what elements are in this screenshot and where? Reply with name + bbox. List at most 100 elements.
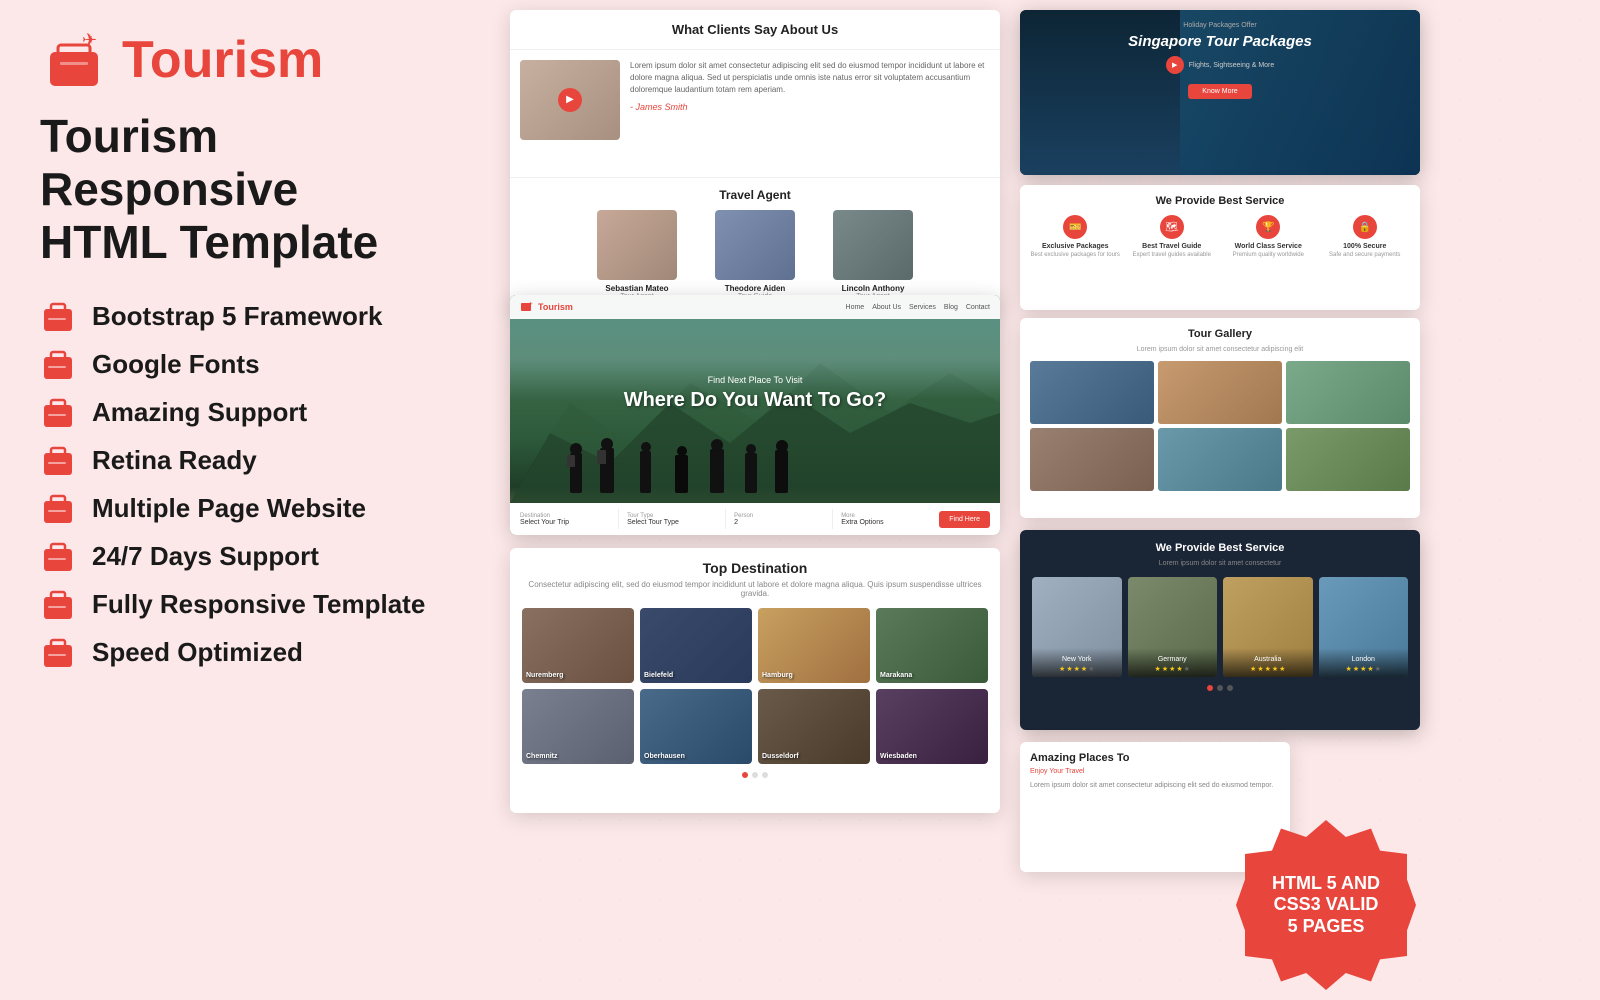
suitcase-icon-amazing-support (40, 395, 76, 431)
screenshot-services: We Provide Best Service 🎫 Exclusive Pack… (1020, 185, 1420, 310)
feature-item-support247: 24/7 Days Support (40, 539, 480, 575)
bs-dot-3 (1227, 685, 1233, 691)
brand-icon: ✈ (40, 30, 110, 90)
testimonials-title: What Clients Say About Us (510, 10, 1000, 50)
suitcase-icon-retina-ready (40, 443, 76, 479)
gallery-subtitle: Lorem ipsum dolor sit amet consectetur a… (1030, 346, 1410, 353)
feature-item-responsive: Fully Responsive Template (40, 587, 480, 623)
destinations-grid: Nuremberg Bielefeld Hamburg Marakana Che… (522, 608, 988, 764)
dest-cell-dusseldorf: Dusseldorf (758, 689, 870, 764)
stars-newyork: ★ ★ ★ ★ ★ (1036, 665, 1118, 673)
testimonial-video-thumb: ▶ (520, 60, 620, 140)
dest-label-dusseldorf: Dusseldorf (762, 753, 799, 760)
feature-item-retina-ready: Retina Ready (40, 443, 480, 479)
gallery-cell-4 (1158, 428, 1282, 491)
gallery-cell-2 (1286, 361, 1410, 424)
search-destination[interactable]: Destination Select Your Trip (520, 513, 610, 526)
bs-dot-2 (1217, 685, 1223, 691)
screenshot-gallery: Tour Gallery Lorem ipsum dolor sit amet … (1020, 318, 1420, 518)
dest-label-hamburg: Hamburg (762, 672, 793, 679)
bestservice-card-germany: Germany ★ ★ ★ ★ ★ (1128, 577, 1218, 677)
amazing-text: Lorem ipsum dolor sit amet consectetur a… (1030, 781, 1280, 791)
dest-label-chemnitz: Chemnitz (526, 753, 558, 760)
nav-link-contact[interactable]: Contact (966, 304, 990, 311)
feature-item-bootstrap: Bootstrap 5 Framework (40, 299, 480, 335)
hero-dark-cta[interactable]: Know More (1188, 84, 1251, 99)
play-button-icon: ▶ (1166, 56, 1184, 74)
feature-item-speed: Speed Optimized (40, 635, 480, 671)
gallery-cell-3 (1030, 428, 1154, 491)
gallery-grid (1030, 361, 1410, 491)
agent-name-2: Lincoln Anthony (818, 284, 928, 293)
testimonial-text: Lorem ipsum dolor sit amet consectetur a… (630, 60, 990, 96)
bs-dot-active (1207, 685, 1213, 691)
dest-label-nuremberg: Nuremberg (526, 672, 563, 679)
bestservice-card-london: London ★ ★ ★ ★ ★ (1319, 577, 1409, 677)
stars-australia: ★ ★ ★ ★ ★ (1227, 665, 1309, 673)
nav-logo: Tourism (538, 302, 573, 312)
stars-london: ★ ★ ★ ★ ★ (1323, 665, 1405, 673)
screenshot-destinations: Top Destination Consectetur adipiscing e… (510, 548, 1000, 813)
services-grid: 🎫 Exclusive Packages Best exclusive pack… (1030, 215, 1410, 258)
badge-line1: HTML 5 AND (1272, 873, 1380, 895)
stars-germany: ★ ★ ★ ★ ★ (1132, 665, 1214, 673)
logo-area: ✈ Tourism (40, 30, 480, 90)
dest-label-marakana: Marakana (880, 672, 912, 679)
suitcase-icon-bootstrap (40, 299, 76, 335)
nav-link-services[interactable]: Services (909, 304, 936, 311)
hero-sub: Find Next Place To Visit (510, 375, 1000, 385)
bestservice-card-australia: Australia ★ ★ ★ ★ ★ (1223, 577, 1313, 677)
service-desc-2: Premium quality worldwide (1223, 252, 1314, 258)
suitcase-icon-multiple-page (40, 491, 76, 527)
carousel-dots-destinations (522, 772, 988, 778)
service-item-3: 🔒 100% Secure Safe and secure payments (1320, 215, 1411, 258)
find-button[interactable]: Find Here (939, 511, 990, 528)
nav-link-home[interactable]: Home (846, 304, 865, 311)
hero-dark-badge: Holiday Packages Offer (1034, 22, 1406, 29)
bestservice-grid: New York ★ ★ ★ ★ ★ Germany (1032, 577, 1408, 677)
service-item-0: 🎫 Exclusive Packages Best exclusive pack… (1030, 215, 1121, 258)
bestservice-subtitle: Lorem ipsum dolor sit amet consectetur (1032, 560, 1408, 567)
nav-link-about[interactable]: About Us (872, 304, 901, 311)
service-name-2: World Class Service (1223, 243, 1314, 250)
amazing-subtitle: Enjoy Your Travel (1030, 768, 1280, 775)
hero-navbar: ✈ Tourism Home About Us Services Blog Co… (510, 295, 1000, 319)
dest-label-wiesbaden: Wiesbaden (880, 753, 917, 760)
suitcase-icon-responsive (40, 587, 76, 623)
screenshots-area: What Clients Say About Us ▶ Lorem ipsum … (480, 0, 1600, 1000)
services-title: We Provide Best Service (1030, 195, 1410, 207)
screenshot-amazing-places: Amazing Places To Enjoy Your Travel Lore… (1020, 742, 1290, 872)
city-label-germany: Germany ★ ★ ★ ★ ★ (1128, 648, 1218, 677)
suitcase-icon-support247 (40, 539, 76, 575)
agent-card-2: Lincoln Anthony Tour Agent (818, 210, 928, 300)
dest-cell-oberhausen: Oberhausen (640, 689, 752, 764)
screenshot-testimonials: What Clients Say About Us ▶ Lorem ipsum … (510, 10, 1000, 310)
svg-text:✈: ✈ (528, 301, 533, 308)
service-desc-1: Expert travel guides available (1127, 252, 1218, 258)
feature-item-amazing-support: Amazing Support (40, 395, 480, 431)
agent-card-0: Sebastian Mateo Tour Agent (582, 210, 692, 300)
city-label-london: London ★ ★ ★ ★ ★ (1319, 648, 1409, 677)
dot-2 (752, 772, 758, 778)
main-title: Tourism Responsive HTML Template (40, 110, 480, 269)
feature-item-google-fonts: Google Fonts (40, 347, 480, 383)
service-name-1: Best Travel Guide (1127, 243, 1218, 250)
hero-dark-play-text: Flights, Sightseeing & More (1189, 62, 1275, 69)
dest-cell-hamburg: Hamburg (758, 608, 870, 683)
features-list: Bootstrap 5 Framework Google Fonts Amazi… (40, 299, 480, 671)
dot-active (742, 772, 748, 778)
service-item-1: 🗺 Best Travel Guide Expert travel guides… (1127, 215, 1218, 258)
badge-line3: 5 PAGES (1288, 916, 1365, 938)
gallery-cell-5 (1286, 428, 1410, 491)
dest-cell-chemnitz: Chemnitz (522, 689, 634, 764)
search-more[interactable]: More Extra Options (841, 513, 931, 526)
search-tour-type[interactable]: Tour Type Select Tour Type (627, 513, 717, 526)
service-icon-0: 🎫 (1063, 215, 1087, 239)
city-label-newyork: New York ★ ★ ★ ★ ★ (1032, 648, 1122, 677)
nav-link-blog[interactable]: Blog (944, 304, 958, 311)
service-icon-2: 🏆 (1256, 215, 1280, 239)
feature-item-multiple-page: Multiple Page Website (40, 491, 480, 527)
dest-cell-wiesbaden: Wiesbaden (876, 689, 988, 764)
dest-cell-marakana: Marakana (876, 608, 988, 683)
search-person[interactable]: Person 2 (734, 513, 824, 526)
